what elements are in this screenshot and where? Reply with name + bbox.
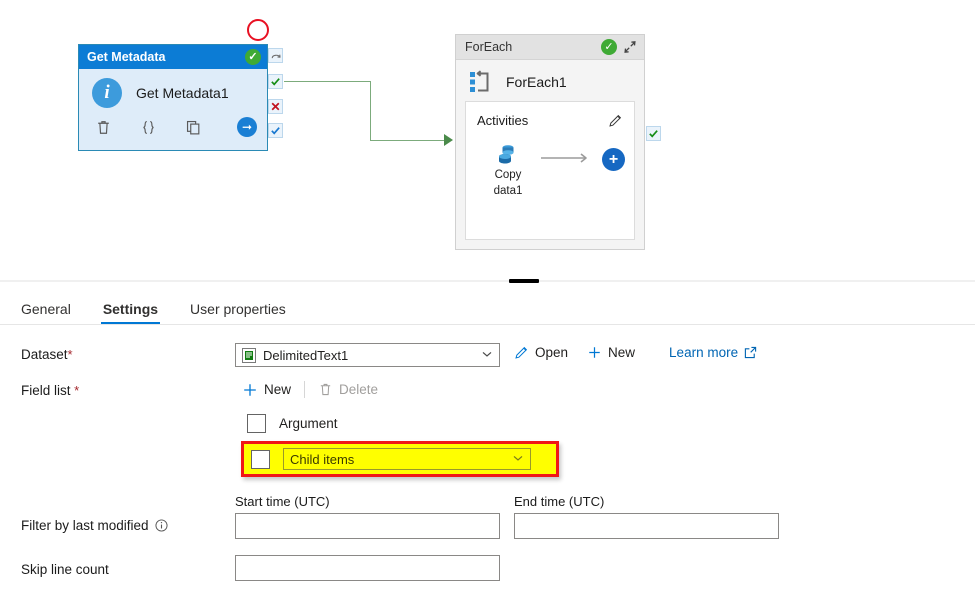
foreach-title-row: ForEach1	[456, 60, 644, 94]
connector-segment-h1	[284, 80, 371, 82]
info-circle-icon: i	[92, 78, 122, 108]
tab-settings[interactable]: Settings	[100, 301, 161, 324]
green-check-icon: ✓	[601, 39, 617, 55]
end-time-label: End time (UTC)	[514, 494, 605, 509]
pencil-icon	[514, 345, 529, 360]
argument-row[interactable]: Argument	[247, 414, 338, 433]
connector-segment-h2	[369, 139, 445, 141]
start-time-label: Start time (UTC)	[235, 494, 330, 509]
child-items-row[interactable]: Child items	[244, 444, 556, 474]
end-time-input[interactable]	[514, 513, 779, 539]
argument-label: Argument	[279, 416, 338, 431]
dataset-select[interactable]: DelimitedText1	[235, 343, 500, 367]
plus-icon	[242, 382, 258, 398]
clone-icon[interactable]	[185, 119, 202, 136]
tab-general[interactable]: General	[19, 301, 73, 324]
field-list-label: Field list *	[21, 383, 80, 398]
foreach-activities-header: Activities	[466, 102, 634, 128]
field-list-delete-button[interactable]: Delete	[318, 382, 378, 397]
connector-segment-v	[369, 80, 371, 141]
settings-tabstrip: General Settings User properties	[0, 292, 975, 324]
arrow-right-circle-icon[interactable]: ➞	[237, 117, 257, 137]
skip-line-count-label: Skip line count	[21, 562, 109, 577]
dataset-value: DelimitedText1	[263, 347, 349, 363]
chevron-down-icon	[512, 452, 524, 467]
connector-arrowhead	[444, 134, 453, 146]
external-link-icon	[744, 346, 757, 359]
green-check-icon: ✓	[245, 49, 261, 65]
foreach-on-success-stub[interactable]	[646, 126, 661, 141]
on-completion-stub[interactable]	[268, 123, 283, 138]
plus-icon	[587, 345, 602, 360]
dataset-actions: Open New Learn more	[514, 345, 757, 360]
activity-card-get-metadata[interactable]: Get Metadata ✓ i Get Metadata1 ➞	[78, 44, 268, 151]
skip-line-count-input[interactable]	[235, 555, 500, 581]
chevron-down-icon	[481, 348, 493, 363]
field-list-toolbar: New Delete	[242, 381, 378, 398]
argument-checkbox[interactable]	[247, 414, 266, 433]
child-items-value: Child items	[290, 451, 355, 467]
learn-more-link[interactable]: Learn more	[669, 345, 757, 360]
info-icon[interactable]	[155, 519, 168, 532]
inner-activity-copy-data[interactable]: Copy data1	[484, 142, 532, 198]
child-items-row-highlight: Child items	[241, 441, 559, 477]
copy-data-icon	[495, 142, 521, 166]
child-items-checkbox[interactable]	[251, 449, 270, 469]
get-metadata-header: Get Metadata ✓	[79, 45, 267, 69]
get-metadata-activity-name: Get Metadata1	[136, 85, 229, 101]
trash-icon	[318, 382, 333, 397]
field-list-new-button[interactable]: New	[242, 382, 291, 398]
loop-icon	[469, 70, 493, 94]
collapse-icon[interactable]	[623, 40, 637, 54]
dataset-label: Dataset*	[21, 347, 73, 362]
code-braces-icon[interactable]	[140, 119, 157, 136]
filter-by-last-modified-label: Filter by last modified	[21, 518, 168, 533]
dataset-document-icon	[242, 347, 256, 363]
inner-activity-label-line1: Copy	[494, 169, 522, 181]
get-metadata-header-title: Get Metadata	[87, 50, 166, 64]
pipeline-canvas[interactable]: Get Metadata ✓ i Get Metadata1 ➞ ForEach…	[0, 0, 975, 272]
panel-splitter[interactable]	[0, 279, 975, 283]
get-metadata-actions: ➞	[79, 108, 267, 137]
foreach-header: ForEach ✓	[456, 35, 644, 60]
dataset-new-button[interactable]: New	[587, 345, 635, 360]
foreach-header-title: ForEach	[465, 40, 513, 54]
inner-activity-label-line2: data1	[493, 185, 523, 197]
activities-label: Activities	[477, 113, 529, 128]
toolbar-divider	[304, 381, 306, 398]
foreach-activity-name: ForEach1	[506, 74, 567, 90]
tab-user-properties[interactable]: User properties	[188, 301, 288, 324]
get-metadata-body: i Get Metadata1	[79, 69, 267, 108]
inner-flow-arrow-icon	[540, 152, 592, 167]
tabstrip-divider	[0, 324, 975, 325]
delete-icon[interactable]	[95, 119, 112, 136]
child-items-select[interactable]: Child items	[283, 448, 531, 470]
dataset-open-button[interactable]: Open	[514, 345, 568, 360]
plus-circle-icon[interactable]: +	[602, 148, 625, 171]
on-failure-stub[interactable]	[268, 99, 283, 114]
start-time-input[interactable]	[235, 513, 500, 539]
panel-resize-grip[interactable]	[509, 279, 539, 283]
foreach-inner-activity-row: Copy data1 +	[466, 128, 634, 198]
on-success-stub[interactable]	[268, 74, 283, 89]
red-circle-annotation	[247, 19, 269, 41]
on-skip-stub[interactable]	[268, 48, 283, 63]
pencil-icon[interactable]	[608, 113, 623, 128]
foreach-activities-container: Activities Copy data1 +	[465, 101, 635, 240]
activity-card-foreach[interactable]: ForEach ✓ ForEach1 Activities Copy data1…	[455, 34, 645, 250]
